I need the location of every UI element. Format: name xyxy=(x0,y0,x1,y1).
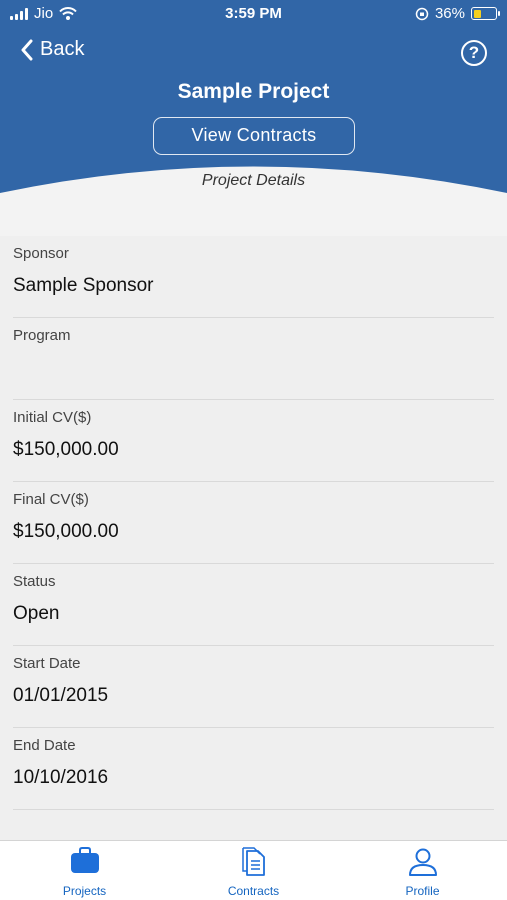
field-sponsor: Sponsor Sample Sponsor xyxy=(13,236,494,318)
tab-bar: Projects Contracts Profile xyxy=(0,840,507,900)
header: Jio 3:59 PM 36% Back ? Sample Project Vi… xyxy=(0,0,507,236)
view-contracts-button[interactable]: View Contracts xyxy=(153,117,355,155)
field-value: Open xyxy=(13,603,60,624)
field-label: Status xyxy=(13,573,56,590)
field-status: Status Open xyxy=(13,564,494,646)
chevron-left-icon xyxy=(21,39,33,60)
battery-icon xyxy=(471,7,500,20)
back-label: Back xyxy=(40,38,85,60)
battery-percent: 36% xyxy=(434,5,465,22)
project-details-list: Sponsor Sample Sponsor Program Initial C… xyxy=(0,236,507,810)
field-program: Program xyxy=(13,318,494,400)
status-right: 36% xyxy=(415,5,500,22)
field-label: Final CV($) xyxy=(13,491,89,508)
section-subtitle: Project Details xyxy=(201,172,306,189)
field-final-cv: Final CV($) $150,000.00 xyxy=(13,482,494,564)
field-label: End Date xyxy=(13,737,76,754)
tab-projects[interactable]: Projects xyxy=(0,841,169,900)
tab-profile[interactable]: Profile xyxy=(338,841,507,900)
help-icon[interactable]: ? xyxy=(461,40,487,66)
tab-contracts[interactable]: Contracts xyxy=(169,841,338,900)
field-value: 10/10/2016 xyxy=(13,767,109,788)
field-initial-cv: Initial CV($) $150,000.00 xyxy=(13,400,494,482)
tab-label: Profile xyxy=(405,884,440,898)
field-value: 01/01/2015 xyxy=(13,685,109,706)
user-icon xyxy=(409,848,437,876)
briefcase-icon xyxy=(71,847,99,873)
field-value: $150,000.00 xyxy=(13,521,119,542)
orientation-lock-icon xyxy=(415,7,429,20)
tab-label: Contracts xyxy=(227,884,280,898)
battery-fill xyxy=(473,9,482,18)
document-icon xyxy=(242,847,265,876)
field-label: Initial CV($) xyxy=(13,409,92,426)
page-title: Sample Project xyxy=(177,80,330,103)
field-label: Sponsor xyxy=(13,245,69,262)
field-label: Start Date xyxy=(13,655,81,672)
field-end-date: End Date 10/10/2016 xyxy=(13,728,494,810)
field-label: Program xyxy=(13,327,71,344)
tab-label: Projects xyxy=(62,884,107,898)
field-value: Sample Sponsor xyxy=(13,275,154,296)
field-start-date: Start Date 01/01/2015 xyxy=(13,646,494,728)
status-bar: Jio 3:59 PM 36% xyxy=(0,0,507,28)
back-button[interactable]: Back xyxy=(20,38,84,61)
field-value: $150,000.00 xyxy=(13,439,119,460)
